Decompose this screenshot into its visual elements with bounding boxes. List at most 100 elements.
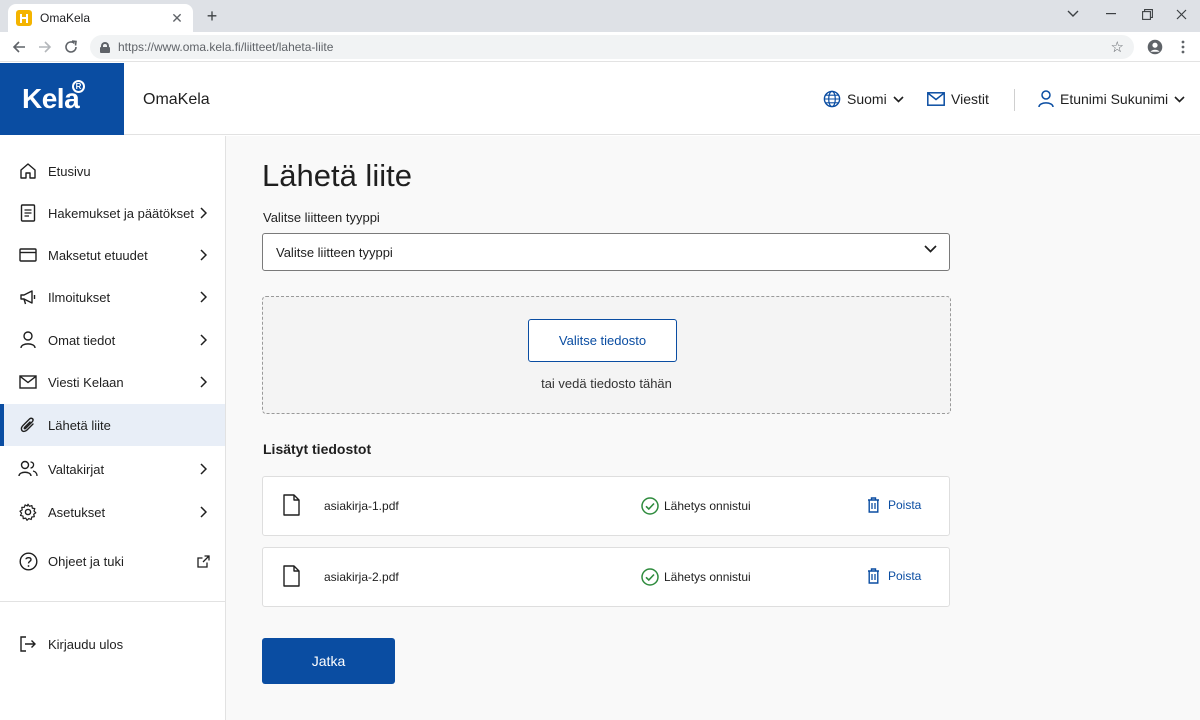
forward-icon[interactable] bbox=[34, 36, 56, 58]
chevron-right-icon bbox=[195, 291, 211, 303]
file-name: asiakirja-1.pdf bbox=[324, 499, 399, 513]
sidebar-nav: Etusivu Hakemukset ja päätökset Maksetut… bbox=[0, 136, 226, 720]
language-selector[interactable]: Suomi bbox=[823, 87, 904, 111]
mail-icon bbox=[18, 372, 38, 392]
upload-status-text: Lähetys onnistui bbox=[664, 570, 751, 584]
chevron-right-icon bbox=[195, 249, 211, 261]
delete-file-button[interactable]: Poista bbox=[867, 568, 921, 584]
file-row: asiakirja-1.pdf Lähetys onnistui Poista bbox=[262, 476, 950, 536]
browser-tab[interactable]: OmaKela ✕ bbox=[8, 4, 193, 32]
address-bar[interactable]: https://www.oma.kela.fi/liitteet/laheta-… bbox=[90, 35, 1134, 59]
paperclip-icon bbox=[18, 415, 38, 435]
drop-hint: tai vedä tiedosto tähän bbox=[541, 376, 672, 391]
attachment-type-select[interactable]: Valitse liitteen tyyppi bbox=[262, 233, 950, 271]
users-icon bbox=[18, 459, 38, 479]
user-menu[interactable]: Etunimi Sukunimi bbox=[1038, 87, 1185, 111]
sidebar-item-valtakirjat[interactable]: Valtakirjat bbox=[0, 448, 225, 490]
file-name: asiakirja-2.pdf bbox=[324, 570, 399, 584]
menu-icon[interactable] bbox=[1172, 36, 1194, 58]
service-name: OmaKela bbox=[143, 91, 210, 108]
file-icon bbox=[283, 494, 300, 516]
sidebar-item-etusivu[interactable]: Etusivu bbox=[0, 150, 225, 192]
close-window-icon[interactable] bbox=[1162, 0, 1200, 28]
chevron-down-icon bbox=[893, 95, 904, 103]
chevron-right-icon bbox=[195, 207, 211, 219]
language-label: Suomi bbox=[847, 91, 887, 107]
megaphone-icon bbox=[18, 287, 38, 307]
file-row: asiakirja-2.pdf Lähetys onnistui Poista bbox=[262, 547, 950, 607]
sidebar-item-label: Valtakirjat bbox=[48, 461, 105, 477]
kela-logo[interactable]: Kela R bbox=[0, 63, 124, 135]
restore-icon[interactable] bbox=[1128, 0, 1166, 28]
sidebar-item-laheta-liite[interactable]: Lähetä liite bbox=[0, 404, 225, 446]
messages-label: Viestit bbox=[951, 91, 989, 107]
choose-file-button[interactable]: Valitse tiedosto bbox=[528, 319, 677, 362]
browser-tab-bar: OmaKela ✕ + bbox=[0, 0, 1200, 32]
trash-icon bbox=[868, 568, 879, 584]
sidebar-item-viesti-kelaan[interactable]: Viesti Kelaan bbox=[0, 361, 225, 403]
profile-icon[interactable] bbox=[1144, 36, 1166, 58]
logout-link[interactable]: Kirjaudu ulos bbox=[0, 623, 225, 665]
tab-title: OmaKela bbox=[40, 11, 91, 25]
sidebar-item-omat-tiedot[interactable]: Omat tiedot bbox=[0, 319, 225, 361]
attachment-type-label: Valitse liitteen tyyppi bbox=[263, 210, 380, 225]
registered-mark-icon: R bbox=[72, 80, 85, 93]
logout-icon bbox=[18, 634, 38, 654]
browser-toolbar: https://www.oma.kela.fi/liitteet/laheta-… bbox=[0, 32, 1200, 62]
chevron-right-icon bbox=[195, 506, 211, 518]
sidebar-item-label: Ohjeet ja tuki bbox=[48, 553, 124, 569]
attachment-type-value: Valitse liitteen tyyppi bbox=[276, 244, 393, 260]
sidebar-item-label: Omat tiedot bbox=[48, 332, 116, 348]
sidebar-item-ohjeet-ja-tuki[interactable]: Ohjeet ja tuki bbox=[0, 540, 225, 582]
minimize-icon[interactable] bbox=[1092, 0, 1130, 28]
mail-icon bbox=[927, 92, 945, 106]
chevron-right-icon bbox=[195, 334, 211, 346]
document-icon bbox=[18, 203, 38, 223]
tab-close-icon[interactable]: ✕ bbox=[169, 10, 185, 26]
star-icon[interactable]: ☆ bbox=[1111, 38, 1124, 56]
sidebar-item-label: Maksetut etuudet bbox=[48, 247, 148, 263]
sidebar-item-ilmoitukset[interactable]: Ilmoitukset bbox=[0, 276, 225, 318]
kela-favicon-icon bbox=[16, 10, 32, 26]
continue-button[interactable]: Jatka bbox=[262, 638, 395, 684]
user-icon bbox=[1038, 90, 1054, 108]
gear-icon bbox=[18, 502, 38, 522]
globe-icon bbox=[823, 90, 841, 108]
delete-label: Poista bbox=[888, 498, 922, 512]
main-content: Lähetä liite Valitse liitteen tyyppi Val… bbox=[226, 136, 1200, 720]
check-circle-icon bbox=[641, 497, 659, 515]
sidebar-item-label: Etusivu bbox=[48, 163, 91, 179]
help-icon bbox=[18, 551, 38, 571]
user-icon bbox=[18, 330, 38, 350]
logout-label: Kirjaudu ulos bbox=[48, 636, 124, 652]
sidebar-item-label: Hakemukset ja päätökset bbox=[48, 205, 194, 221]
sidebar-item-maksetut-etuudet[interactable]: Maksetut etuudet bbox=[0, 234, 225, 276]
lock-icon bbox=[100, 41, 110, 53]
delete-file-button[interactable]: Poista bbox=[867, 497, 921, 513]
file-drop-zone[interactable]: Valitse tiedosto tai vedä tiedosto tähän bbox=[262, 296, 951, 414]
reload-icon[interactable] bbox=[60, 36, 82, 58]
chevron-right-icon bbox=[195, 376, 211, 388]
page-title: Lähetä liite bbox=[262, 158, 412, 193]
upload-status: Lähetys onnistui bbox=[641, 568, 751, 586]
logo-text: Kela bbox=[22, 83, 80, 114]
site-header: Kela R OmaKela Suomi Viestit Etunimi Suk… bbox=[0, 63, 1200, 135]
home-icon bbox=[18, 161, 38, 181]
card-icon bbox=[18, 245, 38, 265]
tab-search-icon[interactable] bbox=[1054, 0, 1092, 28]
added-files-title: Lisätyt tiedostot bbox=[263, 441, 372, 457]
upload-status: Lähetys onnistui bbox=[641, 497, 751, 515]
user-name: Etunimi Sukunimi bbox=[1060, 91, 1169, 107]
sidebar-item-asetukset[interactable]: Asetukset bbox=[0, 491, 225, 533]
messages-link[interactable]: Viestit bbox=[927, 87, 989, 111]
sidebar-item-label: Lähetä liite bbox=[48, 417, 111, 433]
file-icon bbox=[283, 565, 300, 587]
new-tab-button[interactable]: + bbox=[202, 6, 222, 26]
check-circle-icon bbox=[641, 568, 659, 586]
upload-status-text: Lähetys onnistui bbox=[664, 499, 751, 513]
chevron-down-icon bbox=[924, 245, 937, 253]
sidebar-divider bbox=[0, 601, 225, 602]
sidebar-item-label: Asetukset bbox=[48, 504, 106, 520]
back-icon[interactable] bbox=[8, 36, 30, 58]
sidebar-item-hakemukset[interactable]: Hakemukset ja päätökset bbox=[0, 192, 225, 234]
